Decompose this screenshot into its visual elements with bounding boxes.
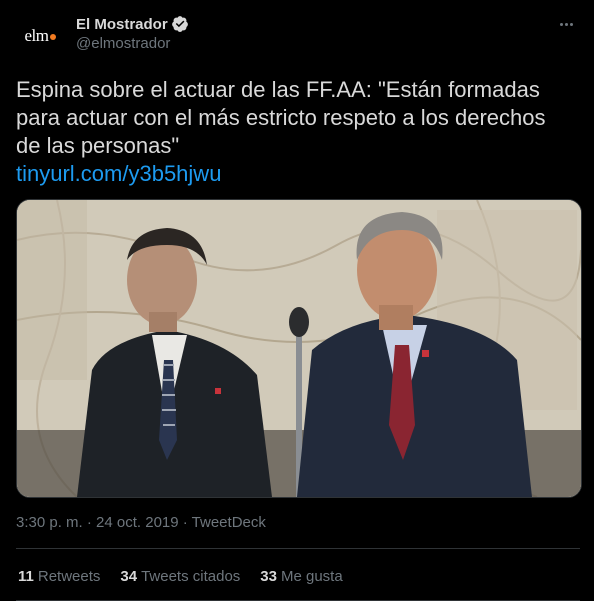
author-handle[interactable]: @elmostrador [76,35,189,52]
quotes-stat[interactable]: 34 Tweets citados [120,568,240,585]
author-display-name-row[interactable]: El Mostrador [76,15,189,33]
tweet-meta: 3:30 p. m. · 24 oct. 2019 · TweetDeck [16,514,266,531]
tweet-text: Espina sobre el actuar de las FF.AA: "Es… [16,77,546,158]
more-dot [559,22,563,26]
more-dot [564,22,568,26]
avatar[interactable]: elm [16,12,64,60]
retweets-stat[interactable]: 11 Retweets [18,568,100,585]
avatar-logo-dot [49,34,56,41]
tweet-header: elm El Mostrador @elmostrador [16,12,578,60]
divider [16,548,580,549]
likes-label: Me gusta [280,568,343,585]
tweet-card: elm El Mostrador @elmostrador Espina sob… [0,0,594,601]
likes-stat[interactable]: 33 Me gusta [260,568,342,585]
tweet-source[interactable]: TweetDeck [192,514,266,531]
more-dot [569,22,573,26]
tweet-link[interactable]: tinyurl.com/y3b5hjwu [16,160,221,188]
tweet-photo[interactable] [16,199,582,498]
retweets-count: 11 [18,568,34,585]
more-options-icon[interactable] [554,14,578,34]
quotes-label: Tweets citados [141,568,241,585]
tweet-timestamp[interactable]: 3:30 p. m. · 24 oct. 2019 · [16,514,192,531]
quotes-count: 34 [120,568,138,585]
verified-badge-icon [171,16,188,32]
likes-count: 33 [260,568,277,585]
author-display-name[interactable]: El Mostrador [76,16,168,33]
author-names: El Mostrador @elmostrador [76,15,189,52]
retweets-label: Retweets [37,568,101,585]
tweet-stats: 11 Retweets 34 Tweets citados 33 Me gusta [18,568,343,585]
photo-illustration [17,200,581,497]
avatar-logo: elm [25,26,56,46]
